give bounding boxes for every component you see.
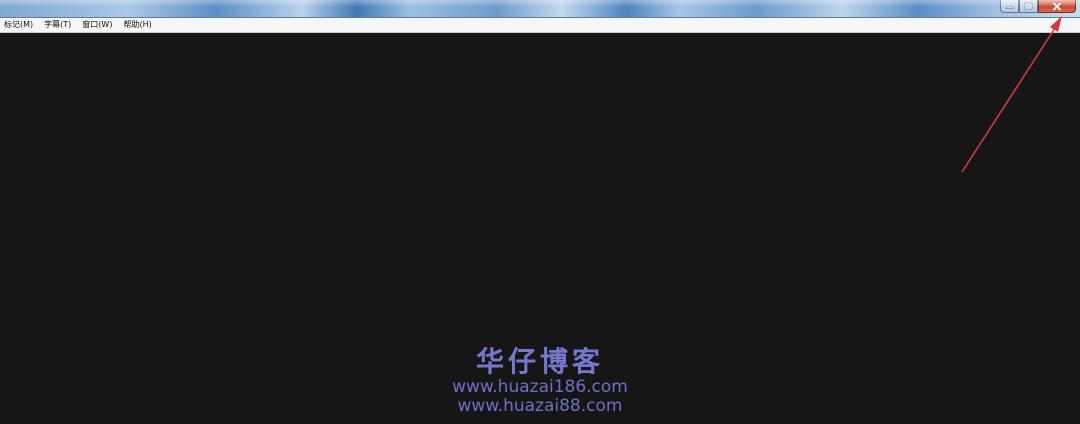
minimize-button[interactable]	[1000, 0, 1019, 13]
menu-item-help[interactable]: 帮助(H)	[119, 18, 155, 32]
watermark-title: 华仔博客	[475, 345, 604, 378]
window-controls	[1000, 0, 1076, 13]
watermark: 华仔博客 www.huazai186.com www.huazai88.com	[420, 346, 660, 416]
close-button[interactable]	[1038, 0, 1076, 13]
menu-item-subtitle[interactable]: 字幕(T)	[40, 18, 75, 32]
watermark-url-1: www.huazai186.com	[452, 377, 628, 397]
menu-item-window[interactable]: 窗口(W)	[78, 18, 116, 32]
watermark-url-2: www.huazai88.com	[457, 396, 623, 416]
maximize-button[interactable]	[1019, 0, 1038, 13]
menu-bar: 标记(M) 字幕(T) 窗口(W) 帮助(H)	[0, 18, 1080, 33]
close-icon	[1053, 2, 1061, 10]
window-title-bar[interactable]	[0, 0, 1080, 18]
minimize-icon	[1005, 6, 1014, 9]
menu-item-mark[interactable]: 标记(M)	[0, 18, 37, 32]
maximize-icon	[1024, 2, 1033, 10]
